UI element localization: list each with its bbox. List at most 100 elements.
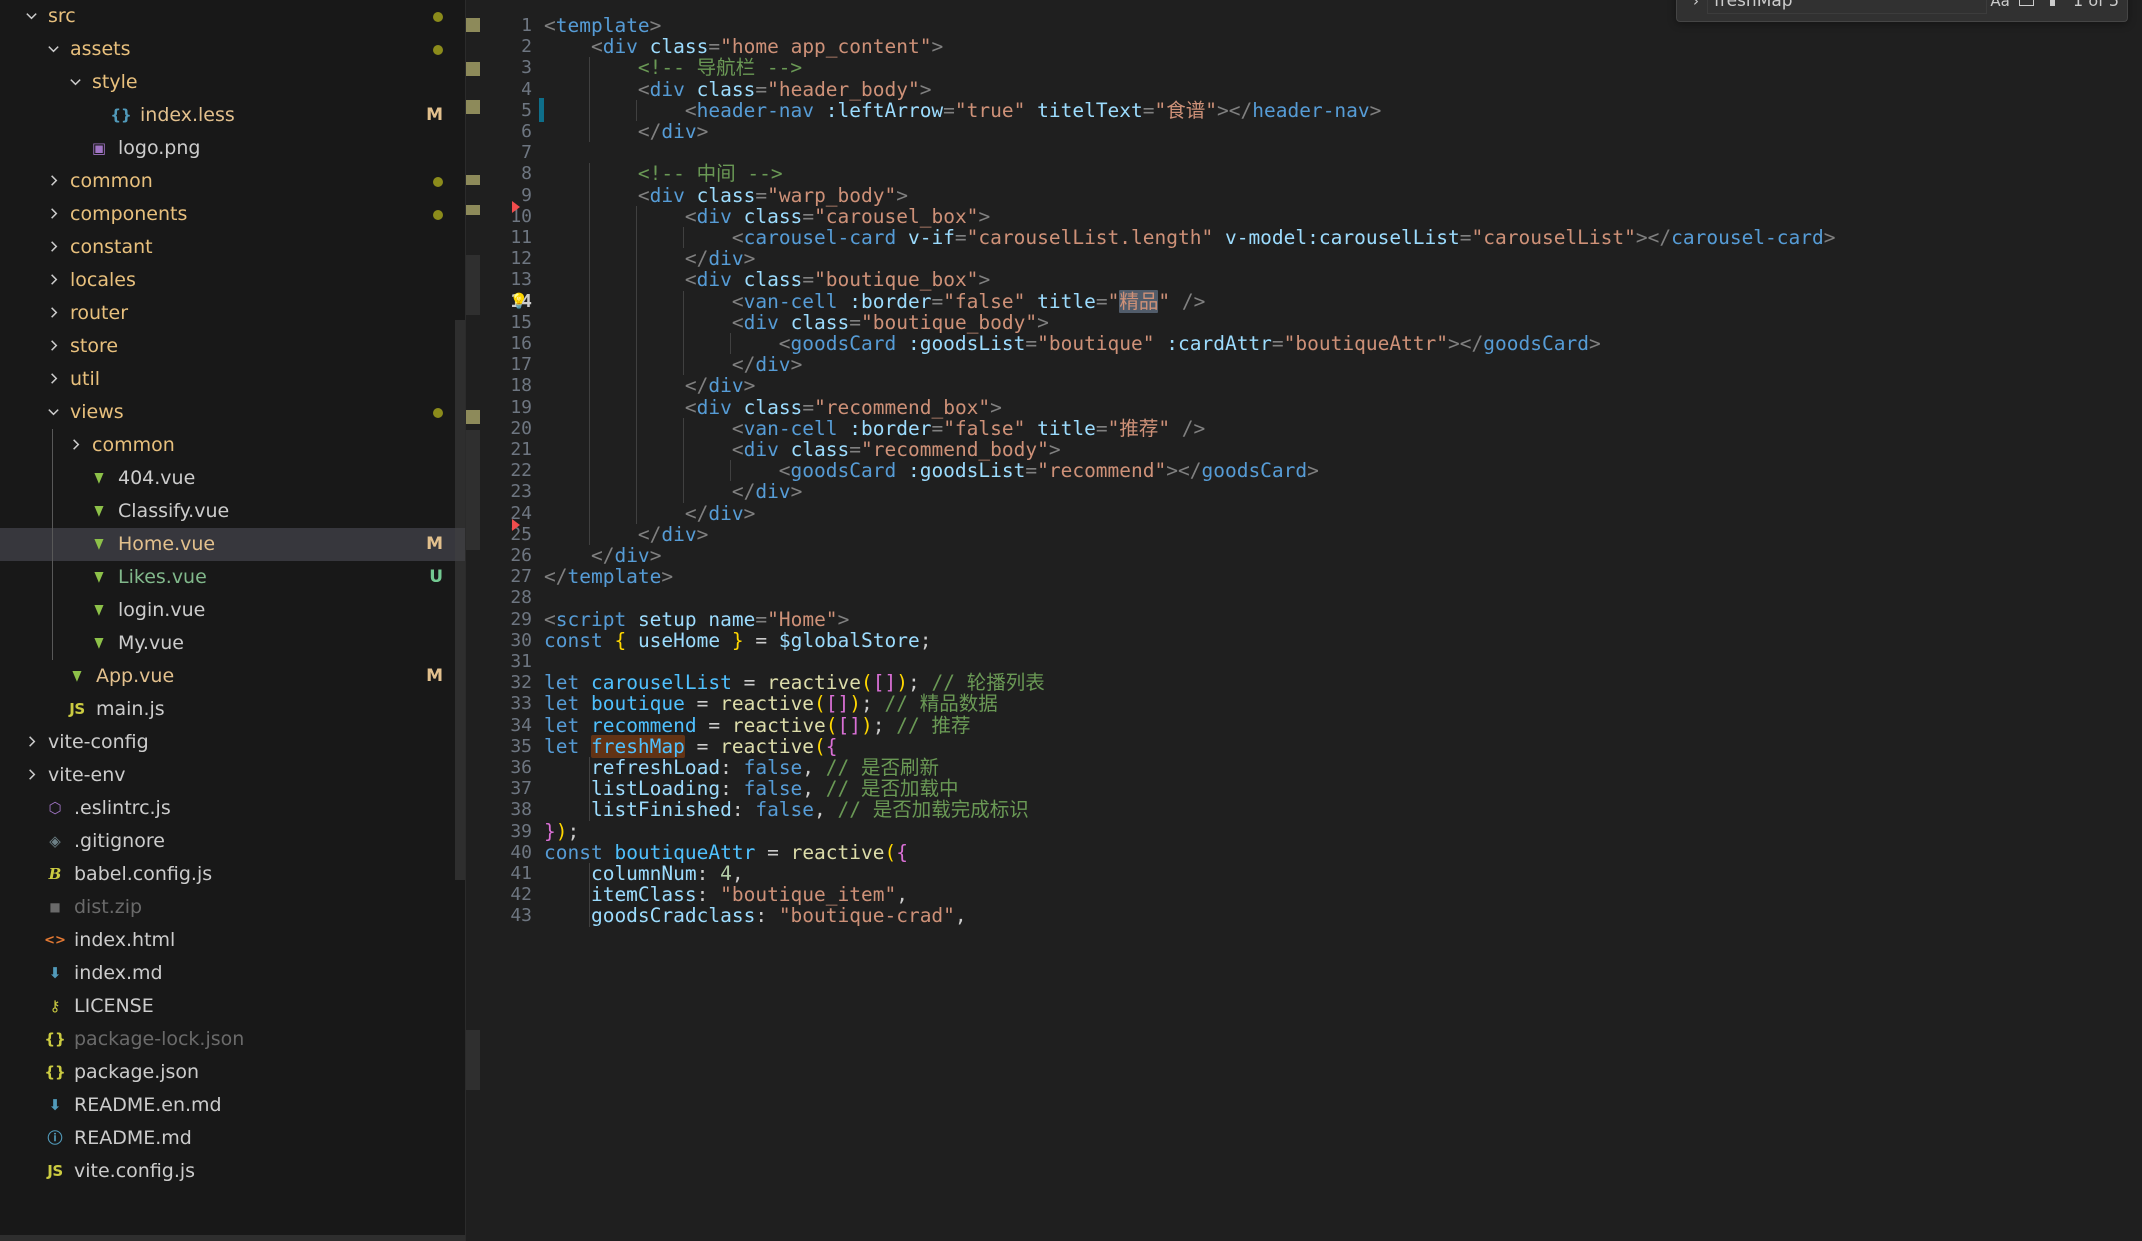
chevron-right-icon[interactable] bbox=[42, 173, 64, 188]
chevron-right-icon[interactable] bbox=[20, 767, 42, 782]
code-text[interactable]: <div class="header_body"> bbox=[544, 78, 932, 100]
code-text[interactable]: </div> bbox=[544, 354, 802, 375]
scrollbar-thumb[interactable] bbox=[0, 1235, 465, 1241]
chevron-right-icon[interactable] bbox=[42, 206, 64, 221]
code-text[interactable]: let boutique = reactive([]); // 精品数据 bbox=[544, 693, 998, 714]
tree-file-row[interactable]: ▼ Home.vue M bbox=[0, 528, 465, 561]
explorer-sidebar[interactable]: src assets style {} index.less M ▣ logo.png comm… bbox=[0, 0, 466, 1241]
chevron-down-icon[interactable] bbox=[64, 74, 86, 89]
code-line[interactable]: 41 columnNum: 4, bbox=[466, 863, 2142, 885]
code-line[interactable]: 9 <div class="warp_body"> bbox=[466, 184, 2142, 206]
chevron-right-icon[interactable] bbox=[42, 305, 64, 320]
code-text[interactable]: <carousel-card v-if="carouselList.length… bbox=[544, 227, 1836, 248]
tree-file-row[interactable]: ▼ Classify.vue bbox=[0, 495, 465, 528]
tree-folder-row[interactable]: common bbox=[0, 165, 465, 198]
quick-fix-lightbulb-icon[interactable]: 💡 bbox=[508, 291, 530, 312]
code-text[interactable]: <van-cell :border="false" title="推荐" /> bbox=[544, 418, 1205, 439]
chevron-down-icon[interactable] bbox=[42, 404, 64, 419]
code-line[interactable]: 35 let freshMap = reactive({ bbox=[466, 734, 2142, 758]
code-text[interactable]: </div> bbox=[544, 524, 708, 545]
code-text[interactable]: itemClass: "boutique_item", bbox=[544, 884, 908, 905]
code-line[interactable]: 34 let recommend = reactive([]); // 推荐 bbox=[466, 714, 2142, 736]
chevron-right-icon[interactable] bbox=[42, 338, 64, 353]
chevron-down-icon[interactable] bbox=[42, 41, 64, 56]
find-widget[interactable]: › freshMap Aa 1 of 5 bbox=[1676, 0, 2128, 22]
code-line[interactable]: 2 <div class="home app_content"> bbox=[466, 36, 2142, 57]
code-line[interactable]: 27 </template> bbox=[466, 566, 2142, 587]
tree-folder-row[interactable]: common bbox=[0, 429, 465, 462]
code-line[interactable]: 18 </div> bbox=[466, 375, 2142, 397]
code-text[interactable]: </div> bbox=[544, 545, 661, 566]
code-line[interactable]: 15 <div class="boutique_body"> bbox=[466, 312, 2142, 333]
tree-file-row[interactable]: ■ dist.zip bbox=[0, 891, 465, 924]
code-text[interactable]: <header-nav :leftArrow="true" titelText=… bbox=[544, 100, 1382, 121]
code-text[interactable]: refreshLoad: false, // 是否刷新 bbox=[544, 757, 939, 778]
code-line[interactable]: 32 let carouselList = reactive([]); // 轮播… bbox=[466, 672, 2142, 693]
code-line[interactable]: 43 goodsCradclass: "boutique-crad", bbox=[466, 905, 2142, 927]
tree-file-row[interactable]: {} package-lock.json bbox=[0, 1023, 465, 1056]
code-text[interactable]: <div class="recommend_body"> bbox=[544, 439, 1061, 460]
code-line[interactable]: 37 listLoading: false, // 是否加载中 bbox=[466, 778, 2142, 800]
code-text[interactable]: goodsCradclass: "boutique-crad", bbox=[544, 905, 967, 926]
code-text[interactable]: columnNum: 4, bbox=[544, 863, 744, 884]
code-text[interactable]: listLoading: false, // 是否加载中 bbox=[544, 778, 959, 799]
code-line[interactable]: 42 itemClass: "boutique_item", bbox=[466, 884, 2142, 906]
chevron-right-icon[interactable] bbox=[20, 734, 42, 749]
tree-folder-row[interactable]: store bbox=[0, 330, 465, 363]
tree-file-row[interactable]: ▣ logo.png bbox=[0, 132, 465, 165]
tree-file-row[interactable]: ▼ App.vue M bbox=[0, 660, 465, 693]
tree-folder-row[interactable]: vite-config bbox=[0, 726, 465, 759]
tree-folder-row[interactable]: views bbox=[0, 396, 465, 429]
tree-file-row[interactable]: ⬇ README.en.md bbox=[0, 1089, 465, 1122]
code-text[interactable]: </div> bbox=[544, 375, 755, 396]
code-line[interactable]: 26 </div> bbox=[466, 545, 2142, 566]
tree-file-row[interactable]: JS vite.config.js bbox=[0, 1155, 465, 1188]
tree-file-row[interactable]: ⬇ index.md bbox=[0, 957, 465, 990]
tree-file-row[interactable]: ⬡ .eslintrc.js bbox=[0, 792, 465, 825]
code-line[interactable]: 39}); bbox=[466, 820, 2142, 842]
code-line[interactable]: 6 </div> bbox=[466, 121, 2142, 143]
chevron-down-icon[interactable] bbox=[20, 8, 42, 23]
tree-file-row[interactable]: Bbabel.config.js bbox=[0, 858, 465, 891]
code-text[interactable]: listFinished: false, // 是否加载完成标识 bbox=[544, 799, 1029, 820]
code-line[interactable]: 4 <div class="header_body"> bbox=[466, 78, 2142, 100]
code-text[interactable]: <div class="recommend_box"> bbox=[544, 396, 1002, 418]
code-text[interactable]: </div> bbox=[544, 502, 755, 524]
tree-file-row[interactable]: JS main.js bbox=[0, 693, 465, 726]
code-line[interactable]: 14 💡 <van-cell :border="false" title="精品"… bbox=[466, 289, 2142, 313]
tree-file-row[interactable]: ▼ login.vue bbox=[0, 594, 465, 627]
code-editor[interactable]: 1 <template> 2 <div class="home app_conten… bbox=[466, 0, 2142, 1241]
code-line[interactable]: 19 <div class="recommend_box"> bbox=[466, 396, 2142, 418]
code-line[interactable]: 17 </div> bbox=[466, 354, 2142, 376]
code-line[interactable]: 5 <header-nav :leftArrow="true" titelTex… bbox=[466, 97, 2142, 122]
toggle-replace-icon[interactable]: › bbox=[1685, 0, 1707, 10]
tree-folder-row[interactable]: locales bbox=[0, 264, 465, 297]
code-line[interactable]: 24 </div>M bbox=[466, 502, 2142, 524]
code-text[interactable]: <div class="home app_content"> bbox=[544, 36, 943, 57]
code-text[interactable]: </div> bbox=[544, 121, 708, 142]
code-line[interactable]: 38 listFinished: false, // 是否加载完成标识 bbox=[466, 799, 2142, 821]
chevron-right-icon[interactable] bbox=[64, 437, 86, 452]
code-line[interactable]: 13 <div class="boutique_box"> bbox=[466, 269, 2142, 291]
tree-file-row[interactable]: ▼ Likes.vue U bbox=[0, 561, 465, 594]
code-line[interactable]: 11 <carousel-card v-if="carouselList.len… bbox=[466, 227, 2142, 249]
code-text[interactable]: </template> bbox=[544, 566, 673, 587]
tree-file-row[interactable]: ⚷ LICENSE bbox=[0, 990, 465, 1023]
tree-file-row[interactable]: ⓘ README.md bbox=[0, 1122, 465, 1155]
code-lines-container[interactable]: 1 <template> 2 <div class="home app_conten… bbox=[466, 0, 2142, 1241]
tree-folder-row[interactable]: constant bbox=[0, 231, 465, 264]
tree-file-row[interactable]: {} package.json bbox=[0, 1056, 465, 1089]
code-text[interactable]: <!-- 中间 --> bbox=[544, 163, 783, 184]
code-line[interactable]: 33 let boutique = reactive([]); // 精品数据 bbox=[466, 693, 2142, 714]
code-text[interactable]: </div> bbox=[544, 481, 802, 502]
tree-folder-row[interactable]: components bbox=[0, 198, 465, 231]
tree-folder-row[interactable]: style bbox=[0, 66, 465, 99]
use-regex-icon[interactable] bbox=[2039, 0, 2065, 13]
tree-file-row[interactable]: ▼ 404.vue bbox=[0, 462, 465, 495]
code-text[interactable]: <div class="boutique_body"> bbox=[544, 312, 1049, 333]
chevron-right-icon[interactable] bbox=[42, 272, 64, 287]
tree-folder-row[interactable]: src bbox=[0, 0, 465, 33]
tree-file-row[interactable]: ◈ .gitignore bbox=[0, 825, 465, 858]
file-tree[interactable]: src assets style {} index.less M ▣ logo.png comm… bbox=[0, 0, 465, 1188]
code-text[interactable]: const { useHome } = $globalStore; bbox=[544, 630, 932, 651]
